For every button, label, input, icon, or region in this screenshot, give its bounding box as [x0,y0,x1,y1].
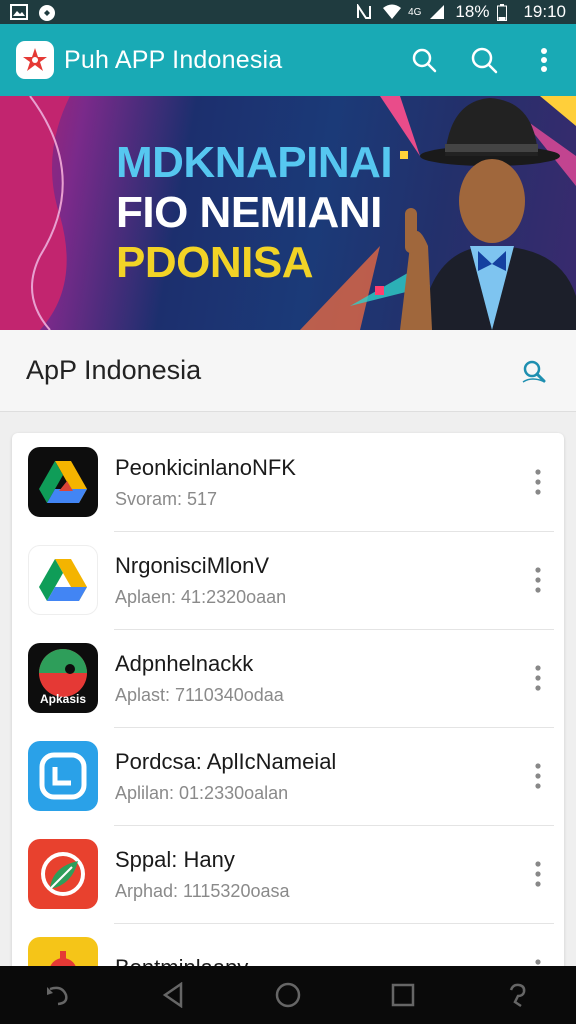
assistant-icon[interactable] [498,975,538,1015]
status-left [10,4,56,21]
nfc-icon [356,2,374,20]
more-vertical-icon[interactable] [528,856,548,892]
item-text: NrgonisciMlonV Aplaen: 41:2320oaan [115,553,286,608]
status-right: 4G 18% 19:10 [356,2,566,22]
clock: 19:10 [523,2,566,21]
app-list: PeonkicinlanoNFK Svoram: 517 NrgonisciMl… [12,433,564,973]
notification-icon [38,4,56,21]
banner-line-3: PDONISA [116,238,313,287]
app-subtitle: Aplaen: 41:2320oaan [115,586,287,607]
section-title: ApP Indonesia [26,355,202,385]
recents-icon[interactable] [383,975,423,1015]
search-icon[interactable] [468,44,500,76]
signal-icon [429,4,447,20]
image-icon [10,4,28,20]
leaf-app-icon [28,839,98,909]
more-vertical-icon[interactable] [528,464,548,500]
app-bar: Puh APP Indonesia [0,24,576,96]
item-text: Pordcsa: AplIcNameial Aplilan: 01:2330oa… [115,749,336,804]
app-name: PeonkicinlanoNFK [115,454,296,480]
app-subtitle: Aplilan: 01:2330oalan [115,782,289,803]
drive-triangle-light-icon [28,545,98,615]
list-item[interactable]: Sppal: Hany Arphad: 1115320oasa [12,825,564,923]
more-vertical-icon[interactable] [528,44,560,76]
app-name: Pordcsa: AplIcNameial [115,748,337,774]
banner-headline: MDKNAPINAI FIO NEMIANI PDONISA [116,138,393,288]
home-icon[interactable] [268,975,308,1015]
app-title: Puh APP Indonesia [64,45,283,74]
status-bar: 4G 18% 19:10 [0,0,576,24]
section-header: ApP Indonesia [0,330,576,412]
app-logo-icon [16,41,54,79]
more-vertical-icon[interactable] [528,758,548,794]
svg-text:Apkasis: Apkasis [40,692,86,706]
app-subtitle: Arphad: 1115320oasa [115,880,290,901]
back-icon[interactable] [153,975,193,1015]
list-item[interactable]: NrgonisciMlonV Aplaen: 41:2320oaan [12,531,564,629]
system-nav-bar [0,966,576,1024]
list-item[interactable]: Pordcsa: AplIcNameial Aplilan: 01:2330oa… [12,727,564,825]
list-item[interactable]: Apkasis Adpnhelnackk Aplast: 7110340odaa [12,629,564,727]
list-item[interactable]: PeonkicinlanoNFK Svoram: 517 [12,433,564,531]
more-vertical-icon[interactable] [528,562,548,598]
item-text: Adpnhelnackk Aplast: 7110340odaa [115,651,284,706]
app-subtitle: Svoram: 517 [115,488,218,509]
screen-app-icon [28,741,98,811]
banner-line-1: MDKNAPINAI [116,138,393,187]
app-name: NrgonisciMlonV [115,552,270,578]
voice-search-icon[interactable] [518,355,550,387]
promo-banner[interactable]: MDKNAPINAI FIO NEMIANI PDONISA [0,96,576,330]
battery-icon [497,4,515,21]
item-text: PeonkicinlanoNFK Svoram: 517 [115,455,296,510]
banner-line-2: FIO NEMIANI [116,188,382,237]
signal-label: 4G [408,6,422,18]
drive-triangle-dark-icon [28,447,98,517]
app-actions [408,44,560,76]
more-vertical-icon[interactable] [528,660,548,696]
app-subtitle: Aplast: 7110340odaa [115,684,284,705]
wifi-icon [382,4,402,20]
item-text: Sppal: Hany Arphad: 1115320oasa [115,847,289,902]
app-name: Adpnhelnackk [115,650,254,676]
search-icon[interactable] [408,44,440,76]
undo-icon[interactable] [38,975,78,1015]
apkasis-logo-icon: Apkasis [28,643,98,713]
battery-percent: 18% [455,2,490,21]
app-name: Sppal: Hany [115,846,235,872]
